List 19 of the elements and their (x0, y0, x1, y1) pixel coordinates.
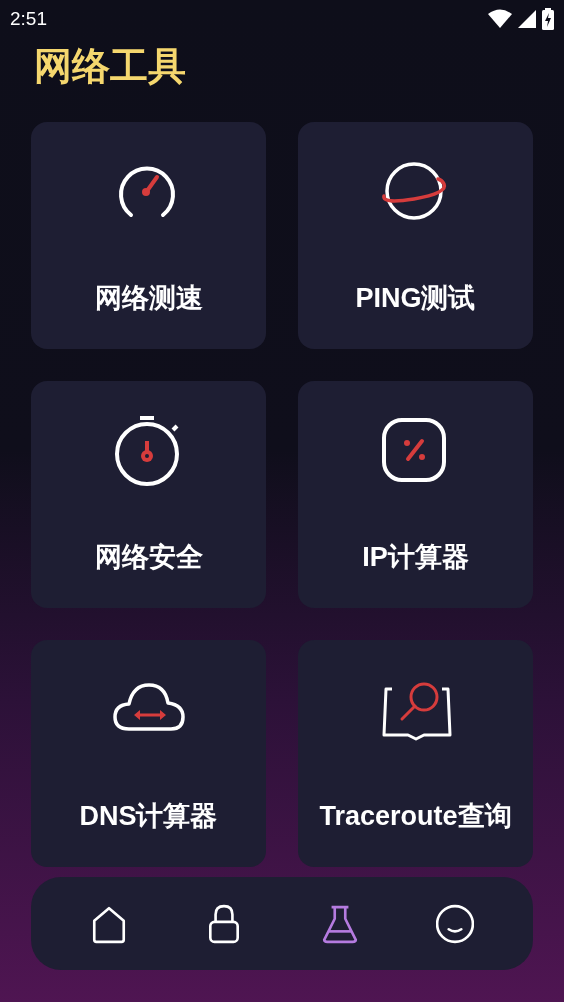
page-title: 网络工具 (34, 44, 187, 89)
tool-card[interactable]: 网络测速 (31, 122, 266, 349)
tool-label: DNS计算器 (78, 800, 219, 833)
tool-label: 网络测速 (93, 282, 204, 315)
tool-label: IP计算器 (361, 541, 470, 574)
tool-label: 网络安全 (93, 541, 204, 574)
tool-card[interactable]: 网络安全 (31, 381, 266, 608)
battery-icon (542, 8, 554, 30)
tool-card[interactable]: DNS计算器 (31, 640, 266, 867)
tool-card[interactable]: IP计算器 (298, 381, 533, 608)
tool-card[interactable]: Traceroute查询 (298, 640, 533, 867)
status-time: 2:51 (10, 6, 47, 31)
flask-icon (320, 903, 359, 944)
tool-label: Traceroute查询 (318, 800, 513, 833)
tool-card[interactable]: PING测试 (298, 122, 533, 349)
smile-icon (436, 903, 475, 944)
tool-label: PING测试 (354, 282, 477, 315)
signal-icon (518, 10, 536, 28)
wifi-icon (488, 9, 512, 29)
